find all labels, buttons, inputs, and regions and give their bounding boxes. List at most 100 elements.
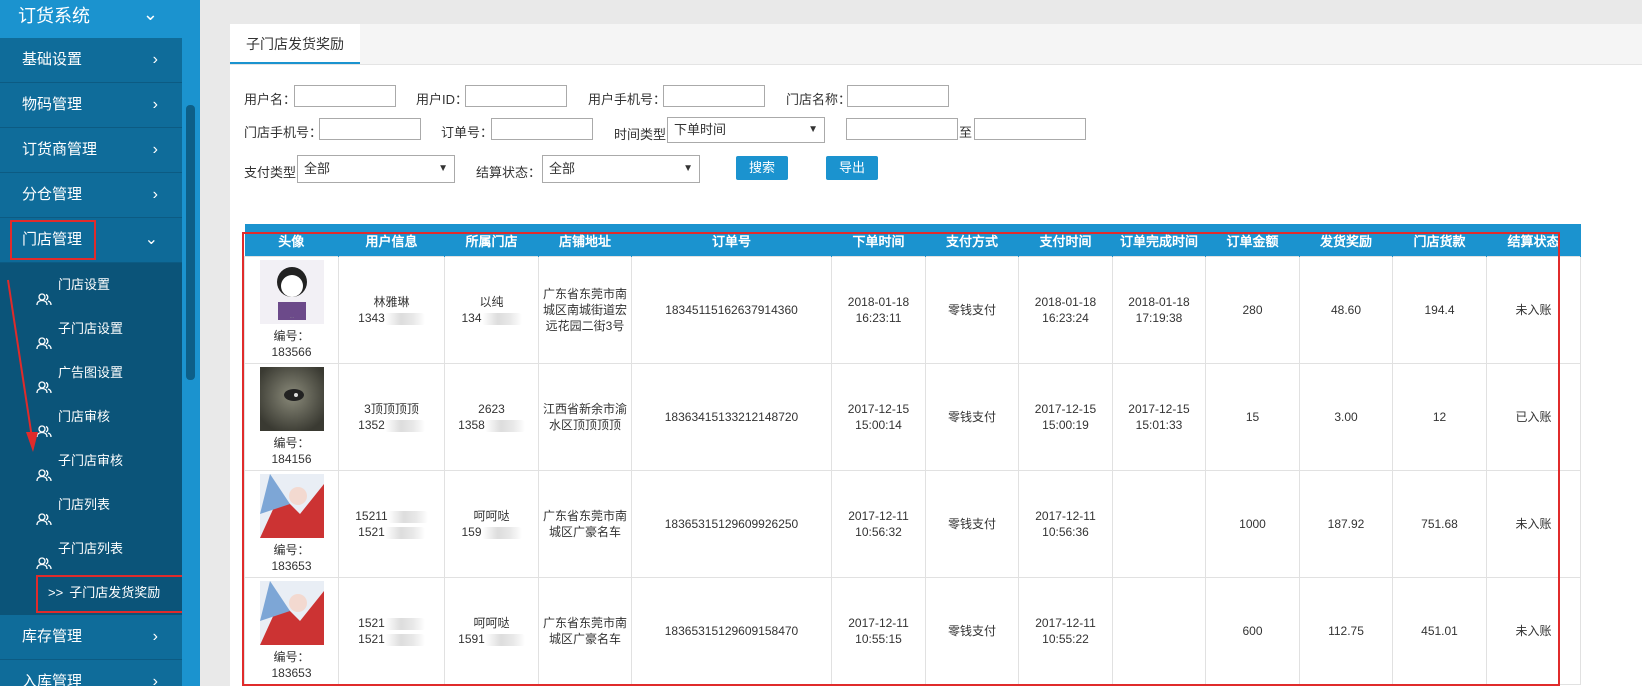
user-phone: 1521 <box>358 525 385 539</box>
reward-cell: 48.60 <box>1299 256 1393 364</box>
avatar[interactable] <box>259 474 324 538</box>
column-header[interactable]: 下单时间 <box>831 224 926 257</box>
username-label: 用户名： <box>244 92 297 107</box>
column-header[interactable]: 用户信息 <box>338 224 445 257</box>
submenu-item-banner-settings[interactable]: 广告图设置 <box>0 351 182 395</box>
svg-text:...: ... <box>289 314 293 320</box>
chevron-right-icon: › <box>152 673 158 686</box>
user-icon <box>36 543 52 569</box>
pay-time-cell: 2018-01-18 16:23:24 <box>1018 256 1113 364</box>
submenu-item-substore-settings[interactable]: 子门店设置 <box>0 307 182 351</box>
column-header[interactable]: 门店货款 <box>1392 224 1487 257</box>
sidebar-item-dealer-management[interactable]: 订货商管理 › <box>0 128 182 173</box>
sidebar-item-label: 门店管理 <box>10 220 97 260</box>
column-header[interactable]: 订单号 <box>631 224 832 257</box>
timetype-select[interactable]: 下单时间 ▼ <box>667 117 825 143</box>
submenu-item-substore-list[interactable]: 子门店列表 <box>0 527 182 571</box>
order-no-cell: 18365315129609158470 <box>631 577 832 685</box>
dropdown-arrow-icon: ▼ <box>808 124 818 135</box>
user-name: 15211 <box>355 509 388 523</box>
column-header[interactable]: 订单完成时间 <box>1112 224 1206 257</box>
column-header[interactable]: 结算状态 <box>1486 224 1581 257</box>
store-cell: 呵呵哒 159 <box>444 470 539 578</box>
sidebar-item-label: 订货商管理 <box>22 141 98 158</box>
chevron-right-icon: › <box>152 628 158 645</box>
table-row: 编号： 183653 15211 1521 呵呵哒 159 广东省东莞市南城区广豪名车… <box>244 470 1581 578</box>
userphone-input[interactable] <box>663 85 765 107</box>
column-header[interactable]: 订单金额 <box>1205 224 1300 257</box>
sidebar: 订货系统 ⌄ 基础设置 › 物码管理 › 订货商管理 › 分仓管理 › 门店管理 ⌄ 门店… <box>0 0 200 686</box>
sidebar-item-store-management[interactable]: 门店管理 ⌄ <box>0 218 182 263</box>
redaction-blur <box>484 419 525 432</box>
store-cell: 呵呵哒 1591 <box>444 577 539 685</box>
store-phone: 1358 <box>458 418 485 432</box>
submenu-item-substore-shipping-reward[interactable]: >> 子门店发货奖励 <box>0 571 182 615</box>
store-cell: 以纯 134 <box>444 256 539 364</box>
address-cell: 广东省东莞市南城区广豪名车 <box>538 470 632 578</box>
storephone-input[interactable] <box>319 118 421 140</box>
user-icon <box>36 323 52 349</box>
sidebar-item-stock-in-management[interactable]: 入库管理 › <box>0 660 182 686</box>
export-button[interactable]: 导出 <box>826 156 878 180</box>
user-info-cell: 林雅琳 1343 <box>338 256 445 364</box>
reward-cell: 187.92 <box>1299 470 1393 578</box>
address-cell: 广东省东莞市南城区南城街道宏远花园二街3号 <box>538 256 632 364</box>
avatar[interactable]: ... <box>259 260 324 324</box>
sidebar-scrollbar[interactable] <box>186 105 195 380</box>
address-cell: 广东省东莞市南城区广豪名车 <box>538 577 632 685</box>
column-header[interactable]: 支付时间 <box>1018 224 1113 257</box>
sidebar-item-code-management[interactable]: 物码管理 › <box>0 83 182 128</box>
tab-substore-shipping-reward[interactable]: 子门店发货奖励 <box>230 24 360 64</box>
system-title[interactable]: 订货系统 ⌄ <box>0 0 182 30</box>
status-cell: 未入账 <box>1486 470 1581 578</box>
user-icon <box>36 455 52 481</box>
submenu-item-store-list[interactable]: 门店列表 <box>0 483 182 527</box>
avatar-cell: 编号： 183653 <box>244 577 339 685</box>
orderno-input[interactable] <box>491 118 593 140</box>
column-header[interactable]: 店铺地址 <box>538 224 632 257</box>
column-header[interactable]: 所属门店 <box>444 224 539 257</box>
pay-method-cell: 零钱支付 <box>925 256 1019 364</box>
column-header[interactable]: 支付方式 <box>925 224 1019 257</box>
end-date-input[interactable] <box>974 118 1086 140</box>
submenu-item-store-settings[interactable]: 门店设置 <box>0 263 182 307</box>
column-header[interactable]: 发货奖励 <box>1299 224 1393 257</box>
avatar[interactable] <box>259 581 324 645</box>
submenu-item-label: 子门店设置 <box>58 321 124 336</box>
settle-select[interactable]: 全部 ▼ <box>542 155 700 183</box>
search-button[interactable]: 搜索 <box>736 156 788 180</box>
paytype-select[interactable]: 全部 ▼ <box>297 155 455 183</box>
paytype-label: 支付类型 <box>244 165 297 180</box>
username-input[interactable] <box>294 85 396 107</box>
sidebar-item-warehouse-management[interactable]: 分仓管理 › <box>0 173 182 218</box>
sidebar-item-basic-settings[interactable]: 基础设置 › <box>0 38 182 83</box>
storename-input[interactable] <box>847 85 949 107</box>
start-date-input[interactable] <box>846 118 958 140</box>
user-phone: 1352 <box>358 418 385 432</box>
userid-input[interactable] <box>465 85 567 107</box>
done-time-cell <box>1112 470 1206 578</box>
pay-method-cell: 零钱支付 <box>925 363 1019 471</box>
user-name: 3顶顶顶顶 <box>364 402 419 416</box>
submenu-item-substore-review[interactable]: 子门店审核 <box>0 439 182 483</box>
avatar[interactable] <box>259 367 324 431</box>
table-row: ... 编号： 183566 林雅琳 1343 以纯 134 广东省东莞市南城区南城街… <box>244 256 1581 364</box>
address-cell: 江西省新余市渝水区顶顶顶顶 <box>538 363 632 471</box>
sidebar-item-label: 分仓管理 <box>22 186 83 203</box>
order-no-cell: 18363415133212148720 <box>631 363 832 471</box>
user-name: 林雅琳 <box>373 295 410 309</box>
submenu-item-text: 子门店发货奖励 <box>69 585 161 600</box>
redaction-blur <box>481 312 522 325</box>
store-phone: 134 <box>461 311 482 325</box>
reward-table: 头像 用户信息 所属门店 店铺地址 订单号 下单时间 支付方式 支付时间 订单完… <box>244 224 1581 685</box>
redaction-blur <box>481 526 522 539</box>
submenu-item-store-review[interactable]: 门店审核 <box>0 395 182 439</box>
pay-method-cell: 零钱支付 <box>925 470 1019 578</box>
main-panel: 子门店发货奖励 用户名： 用户ID： 用户手机号： 门店名称： 门店手机号： 订… <box>230 24 1642 686</box>
redaction-blur <box>484 633 525 646</box>
column-header[interactable]: 头像 <box>244 224 339 257</box>
sidebar-item-label: 物码管理 <box>22 96 83 113</box>
sidebar-item-inventory-management[interactable]: 库存管理 › <box>0 615 182 660</box>
order-no-cell: 18345115162637914360 <box>631 256 832 364</box>
amount-cell: 1000 <box>1205 470 1300 578</box>
